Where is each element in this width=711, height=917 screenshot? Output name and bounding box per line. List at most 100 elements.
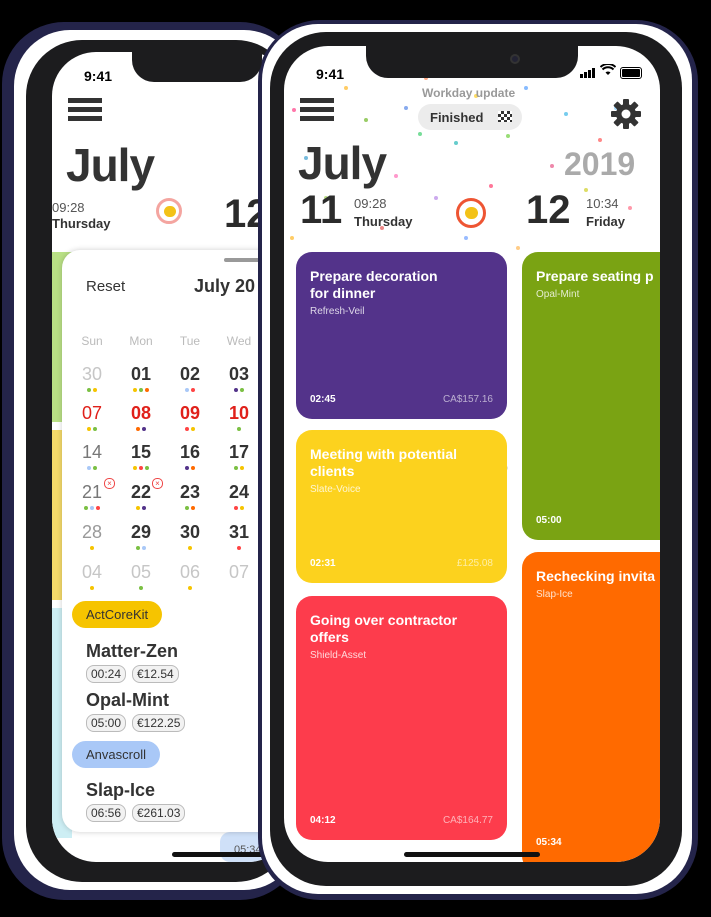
calendar-day[interactable]: 07 [72,403,112,424]
status-time: 9:41 [316,66,345,82]
calendar-day[interactable]: 30 [72,364,112,385]
calendar-day[interactable]: 17 [219,442,259,463]
menu-icon[interactable] [300,98,334,125]
event-name[interactable]: Slap-Ice [86,780,155,801]
calendar-day[interactable]: 07 [219,562,259,583]
day-dots [170,466,210,470]
task-title: Prepare decoration for dinner [310,268,438,301]
wifi-icon [599,63,617,79]
calendar-day[interactable]: 06 [170,562,210,583]
task-subtitle: Shield-Asset [310,650,367,661]
task-duration: 05:34 [536,837,562,848]
day-dots [121,427,161,431]
task-subtitle: Slap-Ice [536,589,573,600]
task-duration: 05:00 [536,515,562,526]
day-dots [72,586,112,590]
calendar-day[interactable]: 29 [121,522,161,543]
calendar-day[interactable]: 02 [170,364,210,385]
calendar-day[interactable]: 14 [72,442,112,463]
sheet-grabber[interactable] [224,258,260,262]
day-dots [121,466,161,470]
day-dots [170,506,210,510]
weekday-wed: Wed [226,334,252,348]
right-day: 12 [526,188,571,232]
front-phone-screen: 9:41 Workday update Finished July 2019 1… [284,46,660,862]
reset-button[interactable]: Reset [86,278,125,295]
battery-icon [620,67,642,79]
day-dots [170,388,210,392]
day-dots [170,586,210,590]
day-dots [219,388,259,392]
group-pill[interactable]: Anvascroll [72,741,160,768]
camera-icon [510,54,520,64]
calendar-day[interactable]: 01 [121,364,161,385]
task-card[interactable]: Prepare seating p Opal-Mint 05:00 [522,252,660,540]
task-amount: CA$157.16 [442,394,493,405]
event-amount: €12.54 [132,665,179,683]
task-subtitle: Opal-Mint [536,289,580,300]
calendar-day[interactable]: 31 [219,522,259,543]
calendar-day[interactable]: 28 [72,522,112,543]
calendar-day[interactable]: 08 [121,403,161,424]
calendar-day[interactable]: 10 [219,403,259,424]
event-duration: 00:24 [86,665,127,683]
task-card[interactable]: Going over contractor offers Shield-Asse… [296,596,507,840]
lemon-timer-icon[interactable] [456,198,486,228]
calendar-day[interactable]: 15 [121,442,161,463]
task-duration: 04:12 [310,815,336,826]
gear-icon[interactable] [610,98,642,130]
task-card[interactable]: Prepare decoration for dinner Refresh-Ve… [296,252,507,419]
back-home-indicator [172,852,272,857]
status-time: 9:41 [84,68,113,84]
weekday-sun: Sun [81,334,103,348]
calendar-day[interactable]: 24 [219,482,259,503]
event-name[interactable]: Matter-Zen [86,641,178,662]
day-dots [121,388,161,392]
task-title: Meeting with potential clients [310,446,457,479]
left-time: 09:28 [354,196,387,211]
day-dots [170,427,210,431]
task-subtitle: Refresh-Veil [310,306,365,317]
event-amount: €122.25 [132,714,186,732]
back-notch [132,52,262,82]
calendar-day[interactable]: 30 [170,522,210,543]
left-day: 11 [300,188,343,232]
weekday-mon: Mon [129,334,153,348]
day-dots [219,427,259,431]
month-title: July [298,137,387,189]
day-dots [219,546,259,550]
calendar-day[interactable]: 05 [121,562,161,583]
day-dots [170,546,210,550]
calendar-day[interactable]: 23 [170,482,210,503]
signal-icon [580,68,596,78]
event-duration: 05:00 [86,714,127,732]
day-dots [121,546,161,550]
day-dots [219,466,259,470]
event-name[interactable]: Opal-Mint [86,690,169,711]
group-pill[interactable]: ActCoreKit [72,601,163,628]
calendar-day[interactable]: 03 [219,364,259,385]
day-dots [121,586,161,590]
task-title: Rechecking invita [536,568,656,584]
menu-icon[interactable] [68,98,102,125]
calendar-day[interactable]: 04 [72,562,112,583]
calendar-day[interactable]: 09 [170,403,210,424]
day-dots [72,506,112,510]
cancel-mark-icon: × [152,478,163,489]
finished-badge[interactable]: Finished [418,104,522,130]
weekday-tue: Tue [179,334,201,348]
front-home-indicator [404,852,540,857]
left-weekday: Thursday [354,214,413,229]
checkered-flag-icon [498,111,512,122]
task-subtitle: Slate-Voice [310,484,361,495]
finished-label: Finished [430,110,484,125]
task-card[interactable]: Meeting with potential clients Slate-Voi… [296,430,507,583]
task-duration: 02:45 [310,394,336,405]
task-card[interactable]: Rechecking invita Slap-Ice 05:34 [522,552,660,862]
task-amount: CA$164.77 [442,815,493,826]
month-title: July [66,139,155,191]
day-dots [72,427,112,431]
calendar-day[interactable]: 16 [170,442,210,463]
lemon-timer-icon[interactable] [156,198,182,224]
day-dots [72,546,112,550]
